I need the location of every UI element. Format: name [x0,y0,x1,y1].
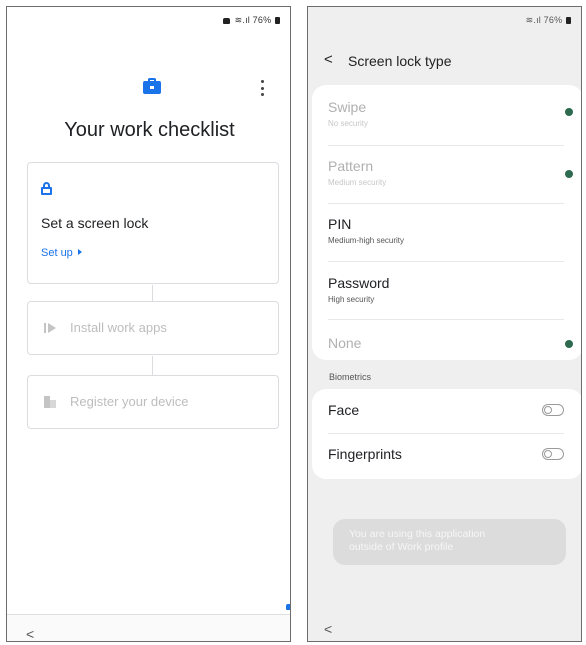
navigation-bar: < [308,614,581,641]
lock-icon [41,182,52,195]
screen-lock-type-screen: ≋.ıl 76% < Screen lock type Swipe No sec… [307,6,582,642]
battery-icon [275,17,280,24]
install-apps-card: Install work apps [27,301,279,355]
step-connector [152,285,153,301]
info-icon[interactable] [565,340,573,348]
toast-line-1: You are using this application [349,528,486,540]
set-up-label: Set up [41,247,73,259]
divider [328,433,564,434]
register-device-card: Register your device [27,375,279,429]
option-title: None [328,335,362,351]
option-none[interactable]: None [328,335,564,351]
building-icon [44,395,56,408]
install-apps-label: Install work apps [70,320,167,335]
page-title: Screen lock type [348,53,452,69]
info-icon[interactable] [565,170,573,178]
briefcase-icon [143,78,161,94]
toast-line-2: outside of Work profile [349,541,454,553]
option-subtitle: No security [328,119,369,128]
arrow-right-icon [77,249,82,255]
status-bar: ≋.ıl 76% [526,15,571,26]
screen-lock-card-title: Set a screen lock [41,215,149,231]
back-button[interactable]: < [324,52,333,67]
battery-level: 76% [543,15,563,25]
option-swipe[interactable]: Swipe No security [328,99,564,128]
work-badge-icon [286,604,290,610]
divider [328,319,564,320]
screen-lock-card[interactable]: Set a screen lock Set up [27,162,279,284]
back-button[interactable]: < [26,627,34,641]
option-pin[interactable]: PIN Medium-high security [328,216,564,245]
page-title: Your work checklist [64,119,235,141]
divider [328,203,564,204]
work-lock-icon [222,18,230,24]
biometrics-list: Face Fingerprints [312,389,581,479]
signal-icon: ≋.ıl [525,15,544,25]
work-profile-toast: You are using this application outside o… [333,519,566,565]
more-vert-icon[interactable] [257,80,267,96]
divider [328,261,564,262]
option-password[interactable]: Password High security [328,275,564,304]
divider [328,145,564,146]
option-title: Pattern [328,158,374,174]
play-store-icon [44,322,56,334]
battery-level: 76% [252,15,272,25]
status-bar: ≋.ıl 76% [222,15,280,26]
step-connector [152,356,153,375]
register-device-label: Register your device [70,394,189,409]
back-button[interactable]: < [324,622,332,636]
biometric-fingerprints[interactable]: Fingerprints [328,446,402,462]
navigation-bar: < [7,614,290,641]
option-subtitle: High security [328,295,375,304]
signal-icon: ≋.ıl [234,15,253,25]
option-subtitle: Medium-high security [328,236,405,245]
set-up-link[interactable]: Set up [41,247,82,259]
battery-icon [566,17,571,24]
option-pattern[interactable]: Pattern Medium security [328,158,564,187]
option-title: Password [328,275,390,291]
option-title: PIN [328,216,352,232]
fingerprints-toggle[interactable] [542,448,564,460]
lock-type-list: Swipe No security Pattern Medium securit… [312,85,581,360]
option-subtitle: Medium security [328,178,387,187]
work-checklist-screen: ≋.ıl 76% Your work checklist Set a scree… [6,6,291,642]
face-toggle[interactable] [542,404,564,416]
biometrics-section-label: Biometrics [329,372,372,382]
biometric-face[interactable]: Face [328,402,359,418]
option-title: Swipe [328,99,367,115]
info-icon[interactable] [565,108,573,116]
